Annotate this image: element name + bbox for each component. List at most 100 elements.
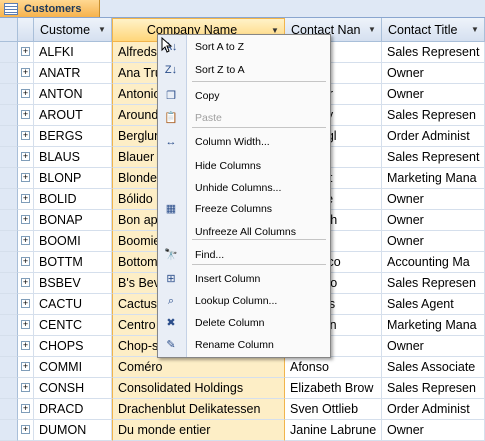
cell-contact[interactable]: Janine Labrune xyxy=(285,420,382,441)
cell-customer[interactable]: BLAUS xyxy=(34,147,112,168)
expand-plus-icon[interactable]: + xyxy=(21,425,30,434)
cell-title[interactable]: Sales Agent xyxy=(382,294,485,315)
row-selector[interactable] xyxy=(0,315,18,336)
cell-company[interactable]: Consolidated Holdings xyxy=(112,378,285,399)
expand-plus-icon[interactable]: + xyxy=(21,362,30,371)
cell-customer[interactable]: CONSH xyxy=(34,378,112,399)
cell-customer[interactable]: BONAP xyxy=(34,210,112,231)
cell-customer[interactable]: CACTU xyxy=(34,294,112,315)
cell-title[interactable]: Order Administ xyxy=(382,126,485,147)
row-selector[interactable] xyxy=(0,168,18,189)
row-selector[interactable] xyxy=(0,252,18,273)
select-all-corner[interactable] xyxy=(0,18,18,42)
row-selector[interactable] xyxy=(0,126,18,147)
cell-customer[interactable]: BERGS xyxy=(34,126,112,147)
menu-item-sort-z-to-a[interactable]: Z↓ Sort Z to A xyxy=(158,59,330,81)
expand-plus-icon[interactable]: + xyxy=(21,194,30,203)
cell-customer[interactable]: DRACD xyxy=(34,399,112,420)
expand-plus-icon[interactable]: + xyxy=(21,47,30,56)
row-selector[interactable] xyxy=(0,231,18,252)
row-selector[interactable] xyxy=(0,210,18,231)
expand-plus-icon[interactable]: + xyxy=(21,341,30,350)
row-selector[interactable] xyxy=(0,357,18,378)
table-row[interactable]: + COMMI Coméro Afonso Sales Associate xyxy=(0,357,485,378)
cell-customer[interactable]: CENTC xyxy=(34,315,112,336)
menu-item-hide-columns[interactable]: Hide Columns xyxy=(158,155,330,177)
expand-plus-icon[interactable]: + xyxy=(21,68,30,77)
row-selector[interactable] xyxy=(0,336,18,357)
menu-item-delete-column[interactable]: ✖ Delete Column xyxy=(158,312,330,334)
table-row[interactable]: + DRACD Drachenblut Delikatessen Sven Ottli… xyxy=(0,399,485,420)
cell-title[interactable]: Owner xyxy=(382,63,485,84)
cell-company[interactable]: Drachenblut Delikatessen xyxy=(112,399,285,420)
expand-plus-icon[interactable]: + xyxy=(21,257,30,266)
dropdown-arrow-icon[interactable]: ▼ xyxy=(471,25,484,34)
table-row[interactable]: + CONSH Consolidated Holdings Elizabeth Bro… xyxy=(0,378,485,399)
cell-title[interactable]: Owner xyxy=(382,84,485,105)
cell-customer[interactable]: BOOMI xyxy=(34,231,112,252)
menu-item-insert-column[interactable]: ⊞ Insert Column xyxy=(158,268,330,290)
cell-contact[interactable]: Elizabeth Brow xyxy=(285,378,382,399)
tab-customers[interactable]: Customers xyxy=(0,0,101,17)
expand-plus-icon[interactable]: + xyxy=(21,404,30,413)
expand-plus-icon[interactable]: + xyxy=(21,173,30,182)
cell-customer[interactable]: AROUT xyxy=(34,105,112,126)
row-selector[interactable] xyxy=(0,147,18,168)
row-selector[interactable] xyxy=(0,294,18,315)
cell-title[interactable]: Owner xyxy=(382,210,485,231)
row-selector[interactable] xyxy=(0,189,18,210)
expand-plus-icon[interactable]: + xyxy=(21,278,30,287)
dropdown-arrow-icon[interactable]: ▼ xyxy=(98,25,111,34)
cell-title[interactable]: Accounting Ma xyxy=(382,252,485,273)
expand-plus-icon[interactable]: + xyxy=(21,89,30,98)
cell-title[interactable]: Sales Represen xyxy=(382,273,485,294)
cell-customer[interactable]: BOTTM xyxy=(34,252,112,273)
cell-title[interactable]: Owner xyxy=(382,231,485,252)
cell-title[interactable]: Owner xyxy=(382,336,485,357)
cell-customer[interactable]: ALFKI xyxy=(34,42,112,63)
cell-customer[interactable]: BLONP xyxy=(34,168,112,189)
cell-title[interactable]: Marketing Mana xyxy=(382,315,485,336)
expand-plus-icon[interactable]: + xyxy=(21,152,30,161)
expand-plus-icon[interactable]: + xyxy=(21,215,30,224)
cell-title[interactable]: Order Administ xyxy=(382,399,485,420)
cell-customer[interactable]: ANTON xyxy=(34,84,112,105)
row-selector[interactable] xyxy=(0,105,18,126)
dropdown-arrow-icon[interactable]: ▼ xyxy=(368,25,381,34)
cell-title[interactable]: Owner xyxy=(382,420,485,441)
row-selector[interactable] xyxy=(0,42,18,63)
cell-company[interactable]: Du monde entier xyxy=(112,420,285,441)
expand-plus-icon[interactable]: + xyxy=(21,236,30,245)
menu-item-freeze-columns[interactable]: ▦ Freeze Columns xyxy=(158,198,330,220)
row-selector[interactable] xyxy=(0,63,18,84)
row-selector[interactable] xyxy=(0,420,18,441)
menu-item-copy[interactable]: ❐ Copy xyxy=(158,85,330,107)
menu-item-unfreeze-all-columns[interactable]: Unfreeze All Columns xyxy=(158,221,330,243)
expand-plus-icon[interactable]: + xyxy=(21,299,30,308)
column-header-customer[interactable]: Custome ▼ xyxy=(34,18,112,42)
row-selector[interactable] xyxy=(0,273,18,294)
menu-item-column-width[interactable]: ↔ Column Width... xyxy=(158,131,330,153)
menu-item-rename-column[interactable]: ✎ Rename Column xyxy=(158,334,330,356)
cell-title[interactable]: Sales Associate xyxy=(382,357,485,378)
expand-plus-icon[interactable]: + xyxy=(21,320,30,329)
row-selector[interactable] xyxy=(0,378,18,399)
cell-title[interactable]: Marketing Mana xyxy=(382,168,485,189)
cell-customer[interactable]: DUMON xyxy=(34,420,112,441)
cell-customer[interactable]: CHOPS xyxy=(34,336,112,357)
menu-item-lookup-column[interactable]: ⌕ Lookup Column... xyxy=(158,290,330,312)
cell-company[interactable]: Coméro xyxy=(112,357,285,378)
cell-title[interactable]: Sales Represen xyxy=(382,378,485,399)
cell-title[interactable]: Sales Represent xyxy=(382,147,485,168)
table-row[interactable]: + DUMON Du monde entier Janine Labrune Owner xyxy=(0,420,485,441)
cell-contact[interactable]: Afonso xyxy=(285,357,382,378)
row-selector[interactable] xyxy=(0,84,18,105)
cell-customer[interactable]: BOLID xyxy=(34,189,112,210)
expand-plus-icon[interactable]: + xyxy=(21,383,30,392)
cell-contact[interactable]: Sven Ottlieb xyxy=(285,399,382,420)
cell-customer[interactable]: ANATR xyxy=(34,63,112,84)
cell-title[interactable]: Owner xyxy=(382,189,485,210)
menu-item-sort-a-to-z[interactable]: A↓ Sort A to Z xyxy=(158,36,330,58)
cell-customer[interactable]: BSBEV xyxy=(34,273,112,294)
cell-customer[interactable]: COMMI xyxy=(34,357,112,378)
